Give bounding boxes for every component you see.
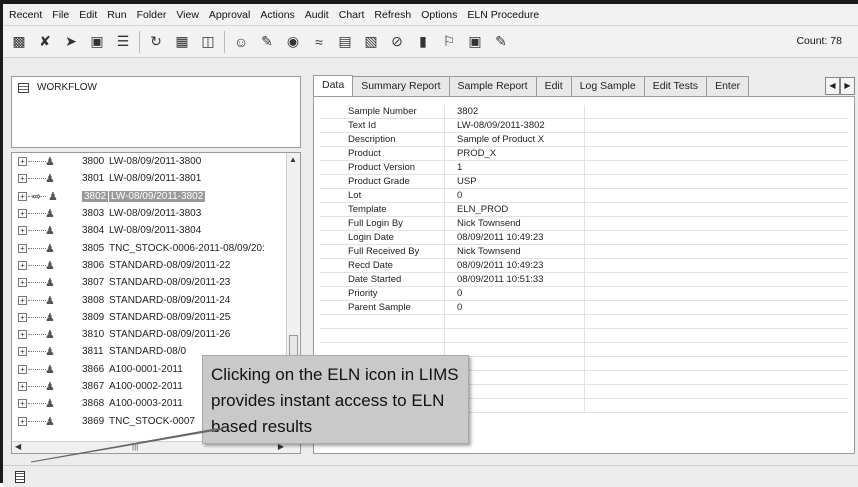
callout-pointer (30, 428, 224, 463)
lims-window: Recent File Edit Run Folder View Approval Actio… (0, 0, 858, 487)
callout-pointer-tail (30, 428, 224, 463)
